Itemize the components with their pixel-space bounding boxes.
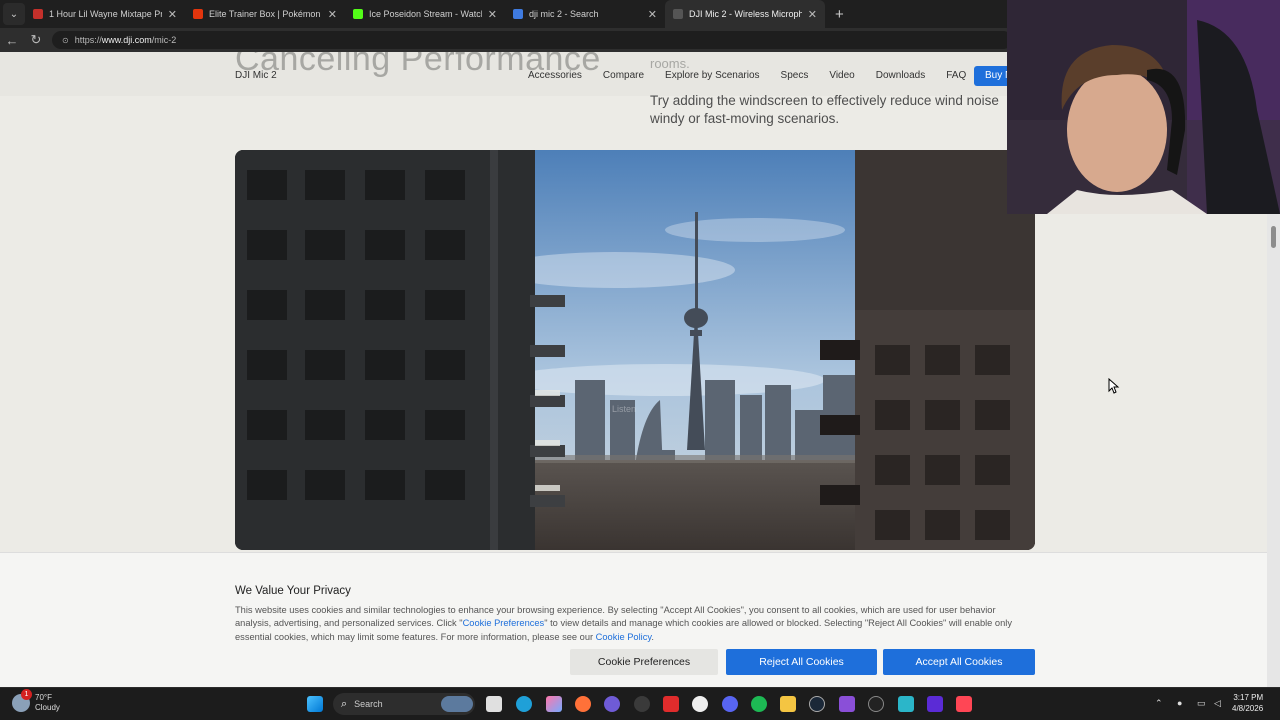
scene-watermark: Listen: [612, 404, 637, 414]
nav-link[interactable]: Explore by Scenarios: [665, 70, 760, 81]
fx-app-icon[interactable]: [927, 696, 943, 712]
url-path: /mic-2: [151, 35, 177, 45]
nav-link[interactable]: Video: [829, 70, 854, 81]
tab-label: DJI Mic 2 - Wireless Microphone: [689, 9, 802, 19]
volume-icon[interactable]: ◁: [1214, 698, 1221, 709]
tab-label: Ice Poseidon Stream - Watch: [369, 9, 482, 19]
copilot-icon[interactable]: [546, 696, 562, 712]
browser-tab[interactable]: dji mic 2 - Search ✕: [505, 0, 665, 28]
edge-browser-icon[interactable]: [516, 696, 532, 712]
cookie-policy-link[interactable]: Cookie Policy: [596, 632, 652, 642]
nav-link[interactable]: Specs: [781, 70, 809, 81]
product-nav: Accessories Compare Explore by Scenarios Sp…: [528, 70, 987, 81]
chevron-down-icon: ⌄: [9, 8, 19, 20]
new-tab-button[interactable]: +: [835, 6, 844, 23]
webcam-overlay: [1007, 0, 1280, 214]
browser-tab[interactable]: Elite Trainer Box | Pokémon Center ✕: [185, 0, 345, 28]
weather-condition: Cloudy: [35, 703, 60, 712]
section-text-fragment: rooms.: [650, 56, 690, 71]
video-editor-icon[interactable]: [839, 696, 855, 712]
discord-icon[interactable]: [722, 696, 738, 712]
weather-widget[interactable]: 1 70°F Cloudy: [12, 689, 60, 713]
weather-temp: 70°F: [35, 693, 52, 702]
steam-icon[interactable]: [809, 696, 825, 712]
media-app-icon[interactable]: [868, 696, 884, 712]
reload-button[interactable]: ↻: [24, 32, 48, 48]
mouse-cursor-icon: [1108, 378, 1120, 394]
tab-search-menu-button[interactable]: ⌄: [3, 3, 25, 25]
notification-badge: 1: [21, 689, 32, 700]
nav-link[interactable]: Downloads: [876, 70, 925, 81]
tab-label: dji mic 2 - Search: [529, 9, 599, 19]
obs-icon[interactable]: [634, 696, 650, 712]
tab-label: 1 Hour Lil Wayne Mixtape Prime: [49, 9, 162, 19]
product-name[interactable]: DJI Mic 2: [235, 70, 277, 81]
city-scene-image: [235, 150, 1035, 550]
itunes-icon[interactable]: [692, 696, 708, 712]
teal-app-icon[interactable]: [898, 696, 914, 712]
accept-all-cookies-button[interactable]: Accept All Cookies: [883, 649, 1035, 675]
cookie-banner: We Value Your Privacy This website uses …: [0, 552, 1267, 687]
taskbar-search[interactable]: ⌕ Search: [333, 693, 475, 715]
taskbar-search-label: Search: [354, 699, 383, 709]
spotify-icon[interactable]: [751, 696, 767, 712]
search-icon: ⌕: [341, 697, 348, 710]
red-app-icon[interactable]: [663, 696, 679, 712]
chevron-up-icon[interactable]: ⌃: [1155, 698, 1163, 709]
tab-favicon-icon: [33, 9, 43, 19]
tab-label: Elite Trainer Box | Pokémon Center: [209, 9, 322, 19]
browser-tab[interactable]: Ice Poseidon Stream - Watch ✕: [345, 0, 505, 28]
app-icon[interactable]: [604, 696, 620, 712]
url-host: www.dji.com: [101, 35, 152, 45]
task-view-icon[interactable]: [486, 696, 502, 712]
close-tab-icon[interactable]: ✕: [648, 8, 657, 21]
feature-description: Try adding the windscreen to effectively…: [650, 93, 999, 126]
tab-favicon-icon: [513, 9, 523, 19]
firefox-icon[interactable]: [575, 696, 591, 712]
cookie-text: This website uses cookies and similar te…: [235, 604, 1015, 644]
clock-date: 4/8/2026: [1232, 704, 1264, 713]
reject-all-cookies-button[interactable]: Reject All Cookies: [726, 649, 877, 675]
browser-tab[interactable]: 1 Hour Lil Wayne Mixtape Prime ✕: [25, 0, 185, 28]
microphone-icon[interactable]: ●: [1177, 698, 1182, 708]
url-field[interactable]: ⊙ https://www.dji.com/mic-2: [52, 31, 1012, 49]
clock-time: 3:17 PM: [1233, 693, 1264, 702]
page-scrollbar[interactable]: [1267, 214, 1280, 687]
url-prefix: https://: [74, 35, 102, 45]
close-tab-icon[interactable]: ✕: [808, 8, 817, 21]
scrollbar-thumb[interactable]: [1271, 226, 1276, 248]
tab-favicon-icon: [353, 9, 363, 19]
nav-link[interactable]: Accessories: [528, 70, 582, 81]
close-tab-icon[interactable]: ✕: [328, 8, 337, 21]
cookie-preferences-link[interactable]: Cookie Preferences: [463, 618, 545, 628]
close-tab-icon[interactable]: ✕: [168, 8, 177, 21]
close-tab-icon[interactable]: ✕: [488, 8, 497, 21]
system-clock[interactable]: 3:17 PM 4/8/2026: [1232, 692, 1263, 714]
valorant-icon[interactable]: [956, 696, 972, 712]
tab-favicon-icon: [673, 9, 683, 19]
file-explorer-icon[interactable]: [780, 696, 796, 712]
back-button[interactable]: ←: [0, 33, 24, 48]
windows-taskbar: 1 70°F Cloudy ⌕ Search ⌃ ● ▭ ◁ 3:17 PM 4/…: [0, 687, 1280, 720]
nav-link[interactable]: FAQ: [946, 70, 966, 81]
cookie-preferences-button[interactable]: Cookie Preferences: [570, 649, 718, 675]
weather-icon: 1: [12, 689, 32, 712]
tab-favicon-icon: [193, 9, 203, 19]
search-highlight-icon: [441, 696, 473, 712]
cookie-text-part-3: .: [651, 631, 654, 642]
site-info-icon[interactable]: ⊙: [62, 36, 69, 45]
network-icon[interactable]: ▭: [1197, 698, 1206, 709]
cookie-title: We Value Your Privacy: [235, 585, 351, 597]
browser-tab[interactable]: DJI Mic 2 - Wireless Microphone ✕: [665, 0, 825, 28]
nav-link[interactable]: Compare: [603, 70, 644, 81]
windows-start-icon[interactable]: [307, 696, 323, 712]
